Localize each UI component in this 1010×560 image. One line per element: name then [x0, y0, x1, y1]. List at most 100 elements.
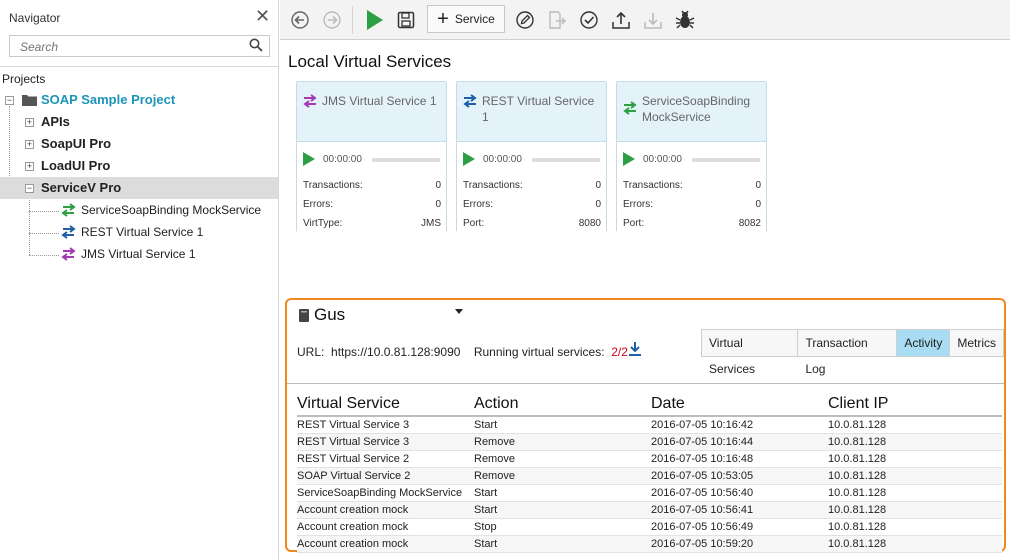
toolbar-divider: [352, 6, 353, 34]
tree-item-label: ServiceSoapBinding MockService: [81, 203, 262, 217]
table-row[interactable]: Account creation mock Start 2016-07-05 10:…: [297, 501, 1002, 519]
table-row[interactable]: Account creation mock Stop 2016-07-05 10:5…: [297, 518, 1002, 536]
divider: [0, 66, 278, 67]
running-count: 2/2: [611, 345, 628, 359]
virtual-service-card[interactable]: ServiceSoapBinding MockService 00:00:00 T…: [616, 81, 767, 232]
run-button[interactable]: [362, 8, 386, 32]
card-header: ServiceSoapBinding MockService: [617, 82, 766, 140]
chevron-down-icon[interactable]: [455, 309, 463, 314]
table-row[interactable]: REST Virtual Service 3 Remove 2016-07-05 1…: [297, 433, 1002, 451]
table-cell: 2016-07-05 10:56:41: [651, 501, 828, 519]
navigator-search-box[interactable]: [9, 35, 270, 57]
virtual-service-card[interactable]: REST Virtual Service 1 00:00:00 Transact…: [456, 81, 607, 232]
folder-icon: [22, 95, 37, 106]
table-cell: 10.0.81.128: [828, 450, 1002, 468]
play-icon: [367, 10, 383, 30]
table-row[interactable]: REST Virtual Service 3 Start 2016-07-05 10…: [297, 416, 1002, 434]
collapse-icon[interactable]: −: [25, 184, 34, 193]
export-icon: [549, 11, 567, 29]
page-title: Local Virtual Services: [288, 52, 452, 71]
navigator-title: Navigator: [9, 11, 61, 25]
tree-item-loadui-pro[interactable]: + LoadUI Pro: [0, 155, 278, 177]
virtual-service-card[interactable]: JMS Virtual Service 1 00:00:00 Transacti…: [296, 81, 447, 232]
table-cell: Start: [474, 416, 651, 434]
table-cell: Start: [474, 484, 651, 502]
table-row[interactable]: SOAP Virtual Service 2 Remove 2016-07-05 1…: [297, 467, 1002, 485]
table-cell: 2016-07-05 10:16:42: [651, 416, 828, 434]
column-header-action[interactable]: Action: [474, 393, 651, 417]
table-row[interactable]: Account creation mock Start 2016-07-05 10:…: [297, 535, 1002, 553]
tab-metrics[interactable]: Metrics: [950, 330, 1003, 356]
back-button[interactable]: [288, 8, 312, 32]
card-header: REST Virtual Service 1: [457, 82, 606, 140]
play-icon[interactable]: [303, 152, 315, 166]
close-icon[interactable]: ✕: [255, 7, 270, 25]
column-header-client-ip[interactable]: Client IP: [828, 393, 1002, 417]
rest-arrows-icon: [61, 225, 76, 239]
tree-item-soap-mockservice[interactable]: ServiceSoapBinding MockService: [0, 199, 278, 221]
debug-button[interactable]: [673, 8, 697, 32]
column-header-virtual-service[interactable]: Virtual Service: [297, 393, 474, 417]
export-button[interactable]: [545, 8, 569, 32]
table-cell: Account creation mock: [297, 501, 474, 519]
card-title: JMS Virtual Service 1: [322, 94, 437, 108]
card-timer: 00:00:00: [483, 154, 522, 165]
table-cell: 2016-07-05 10:56:49: [651, 518, 828, 536]
tree-item-label: LoadUI Pro: [41, 158, 111, 173]
tree-item-jms-service-1[interactable]: JMS Virtual Service 1: [0, 243, 278, 265]
save-button[interactable]: [394, 8, 418, 32]
card-title: REST Virtual Service 1: [482, 94, 595, 124]
project-name: SOAP Sample Project: [41, 92, 176, 107]
card-stat-transactions: Transactions: 0: [303, 180, 441, 191]
table-cell: Start: [474, 535, 651, 553]
server-select[interactable]: Gus: [314, 305, 345, 325]
column-header-date[interactable]: Date: [651, 393, 828, 417]
table-row[interactable]: ServiceSoapBinding MockService Start 2016-…: [297, 484, 1002, 502]
add-service-button[interactable]: + Service: [427, 5, 505, 33]
rest-arrows-icon: [463, 94, 477, 108]
server-icon: [299, 309, 309, 322]
tree-item-label: SoapUI Pro: [41, 136, 112, 151]
table-cell: Start: [474, 501, 651, 519]
expand-icon[interactable]: +: [25, 118, 34, 127]
tree-item-apis[interactable]: + APIs: [0, 111, 278, 133]
edit-button[interactable]: [513, 8, 537, 32]
tree-item-soapui-pro[interactable]: + SoapUI Pro: [0, 133, 278, 155]
server-info: URL: https://10.0.81.128:9090 Running vi…: [297, 345, 628, 359]
card-timer: 00:00:00: [643, 154, 682, 165]
table-cell: SOAP Virtual Service 2: [297, 467, 474, 485]
table-row[interactable]: REST Virtual Service 2 Remove 2016-07-05 1…: [297, 450, 1002, 468]
tab-transaction-log[interactable]: Transaction Log: [798, 330, 898, 376]
tree-item-project[interactable]: − SOAP Sample Project: [0, 89, 278, 111]
tree-item-rest-service-1[interactable]: REST Virtual Service 1: [0, 221, 278, 243]
download-button[interactable]: [641, 8, 665, 32]
tree-item-label: REST Virtual Service 1: [81, 225, 204, 239]
plus-icon: +: [437, 8, 449, 30]
tab-activity[interactable]: Activity: [897, 330, 951, 356]
search-input[interactable]: [18, 37, 242, 57]
expand-icon[interactable]: +: [25, 140, 34, 149]
back-arrow-icon: [291, 11, 309, 29]
checkmark-circle-icon: [580, 11, 598, 29]
play-icon[interactable]: [463, 152, 475, 166]
toolbar: + Service: [280, 0, 1010, 40]
tab-virtual-services[interactable]: Virtual Services: [702, 330, 799, 376]
table-cell: 2016-07-05 10:16:44: [651, 433, 828, 451]
card-title: ServiceSoapBinding MockService: [642, 94, 751, 124]
expand-icon[interactable]: +: [25, 162, 34, 171]
table-header-row: Virtual Service Action Date Client IP: [297, 393, 1002, 417]
table-cell: 10.0.81.128: [828, 501, 1002, 519]
table-cell: Remove: [474, 467, 651, 485]
play-icon[interactable]: [623, 152, 635, 166]
card-stat-port: Port: 8082: [623, 218, 761, 229]
table-cell: Account creation mock: [297, 535, 474, 553]
tree-item-servicev-pro[interactable]: − ServiceV Pro: [0, 177, 278, 199]
forward-button[interactable]: [320, 8, 344, 32]
download-icon[interactable]: [628, 341, 642, 357]
add-service-label: Service: [454, 12, 495, 26]
check-button[interactable]: [577, 8, 601, 32]
collapse-icon[interactable]: −: [5, 96, 14, 105]
search-icon[interactable]: [249, 38, 263, 52]
card-stat-errors: Errors: 0: [463, 199, 601, 210]
upload-button[interactable]: [609, 8, 633, 32]
